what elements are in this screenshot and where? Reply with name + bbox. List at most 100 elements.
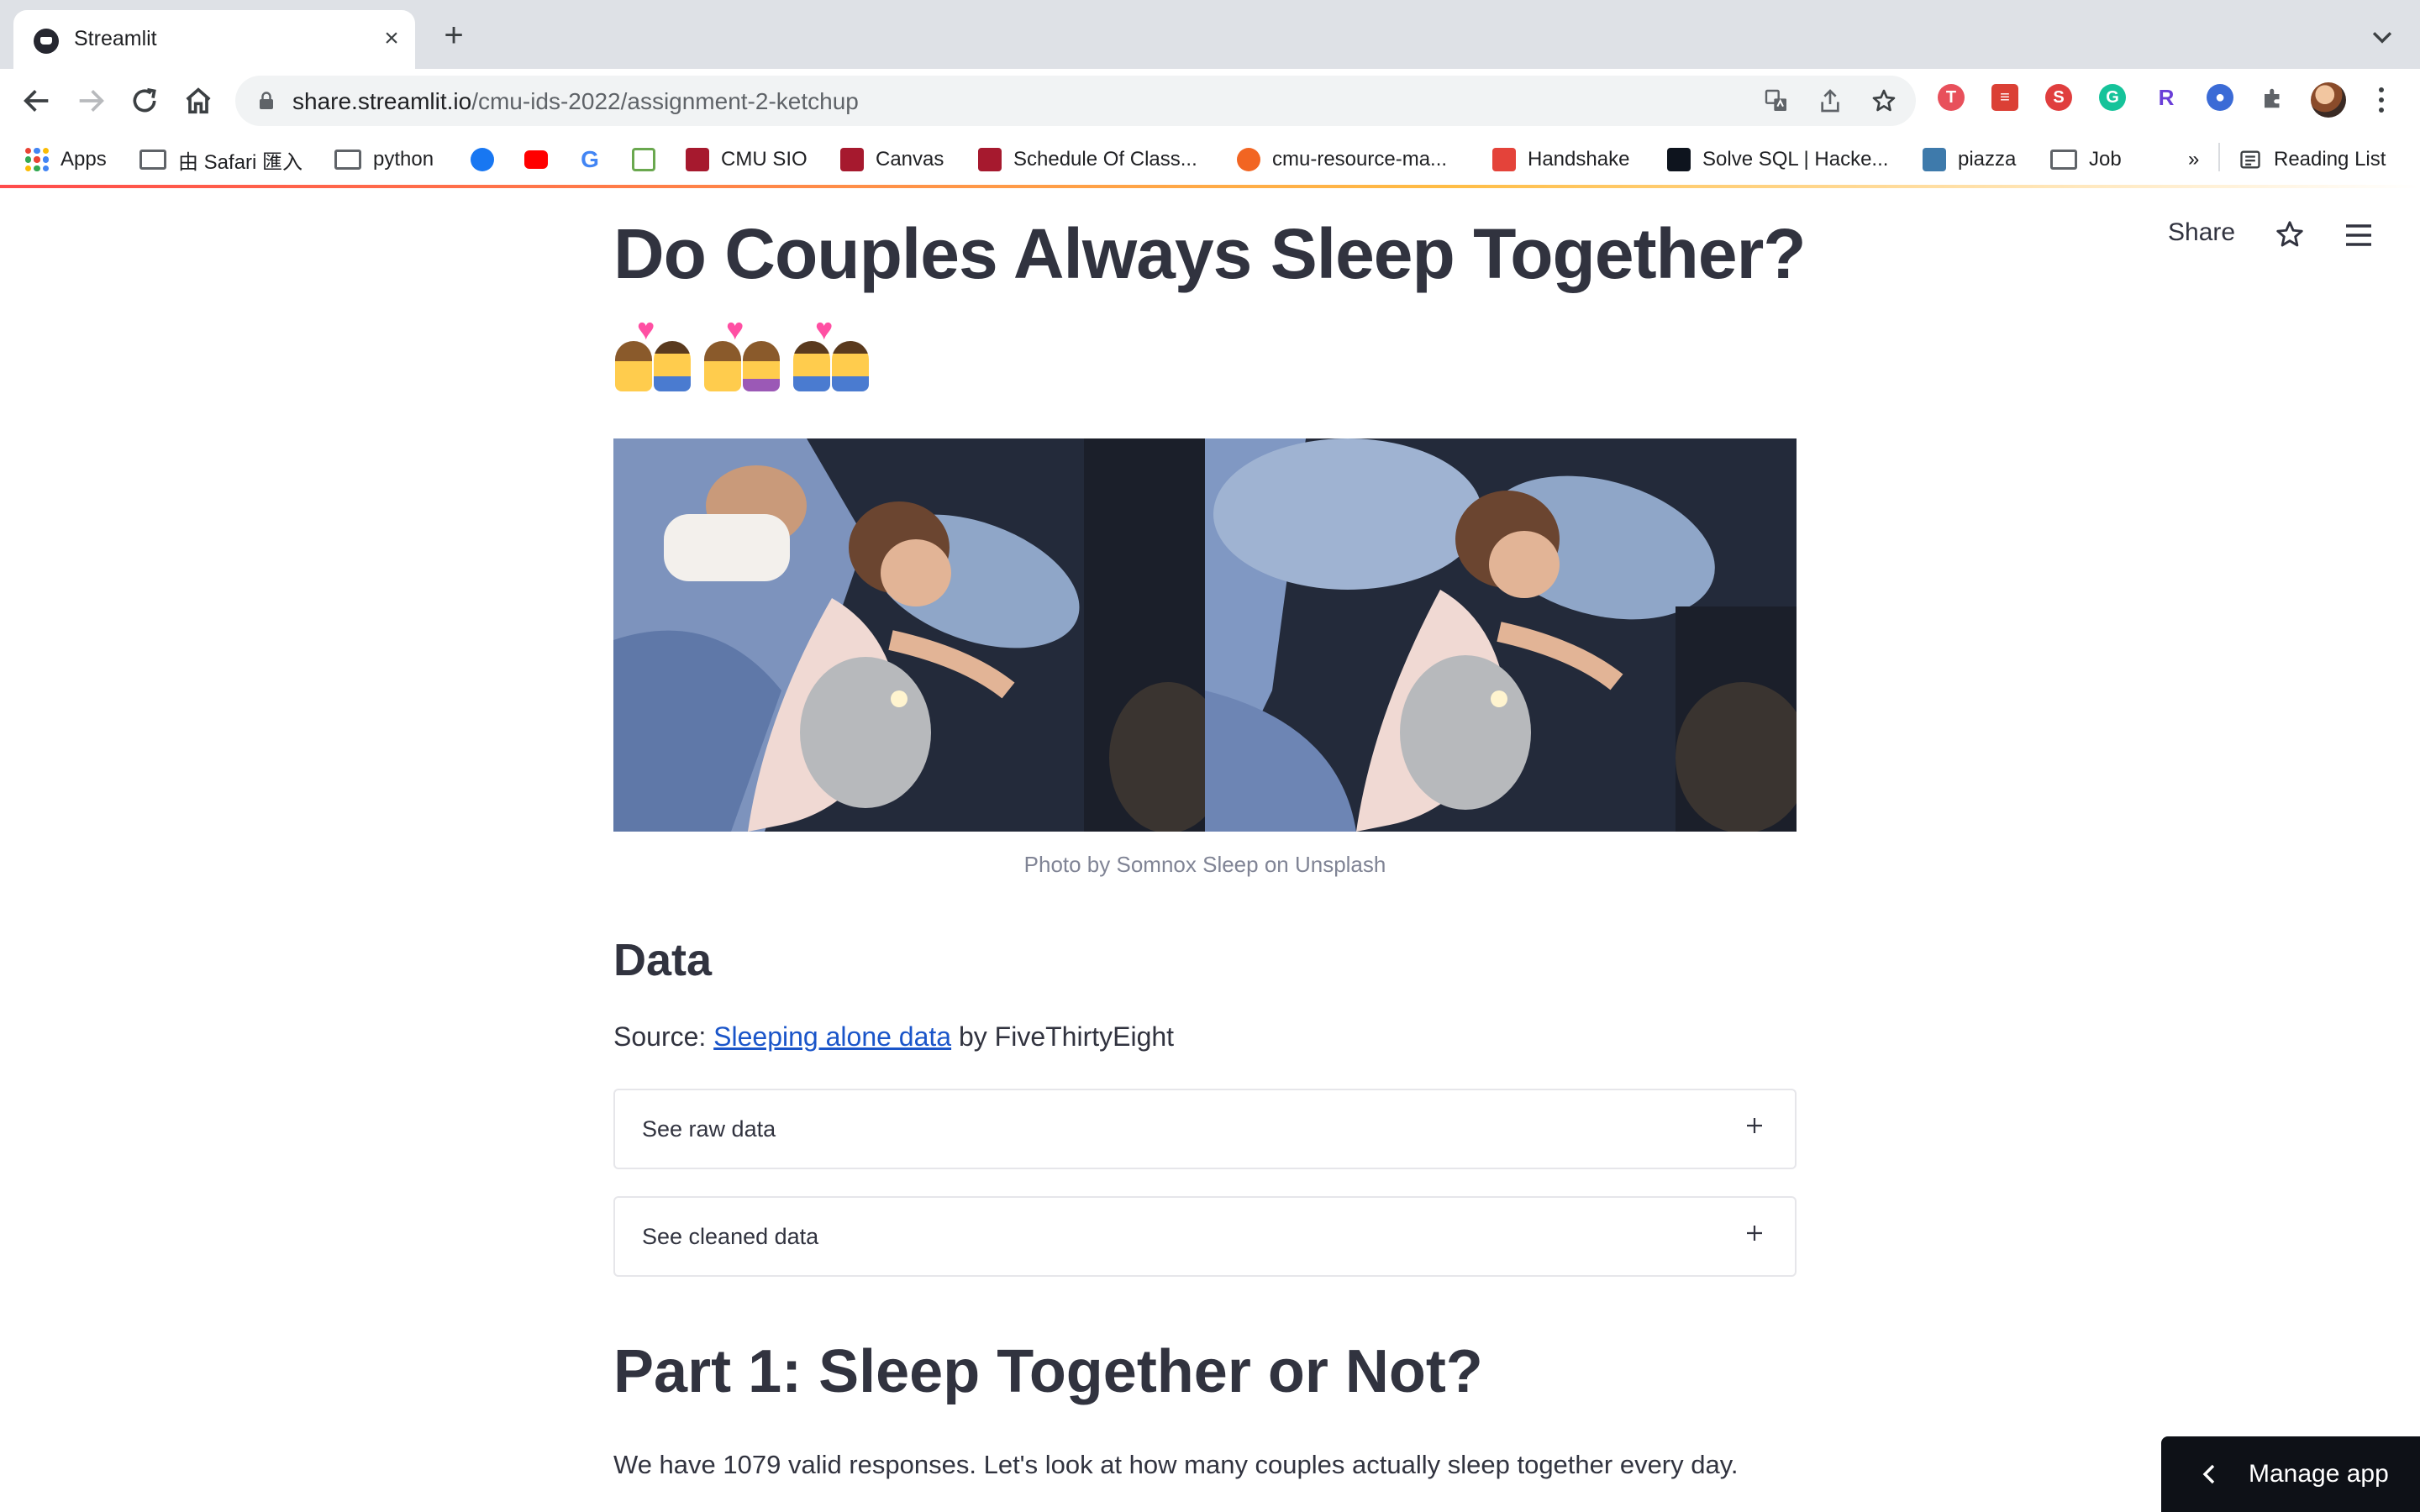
hamburger-menu-icon[interactable] [2344, 223, 2373, 247]
photo-couple-sleeping [613, 438, 1205, 832]
bookmark-green[interactable] [632, 144, 655, 175]
tab-search-chevron-icon[interactable] [2368, 24, 2396, 52]
bookmark-canvas[interactable]: Canvas [840, 144, 944, 175]
reading-list-icon [2240, 150, 2260, 169]
address-bar[interactable]: share.streamlit.io/cmu-ids-2022/assignme… [235, 76, 1916, 126]
close-tab-icon[interactable]: × [376, 24, 407, 54]
forward-icon[interactable] [74, 84, 108, 118]
star-icon[interactable] [2274, 218, 2306, 250]
cmu-icon [978, 148, 1002, 171]
bookmark-label: cmu-resource-ma... [1272, 148, 1448, 171]
bookmark-job[interactable]: Job [2050, 144, 2122, 175]
part1-text: We have 1079 valid responses. Let's look… [613, 1450, 1739, 1479]
url-text[interactable]: share.streamlit.io/cmu-ids-2022/assignme… [292, 88, 859, 115]
part1-heading: Part 1: Sleep Together or Not? [613, 1338, 1483, 1405]
extension-r-icon[interactable]: R [2153, 84, 2180, 111]
bookmark-label: piazza [1958, 148, 2017, 171]
bookmarks-bar: Apps 由 Safari 匯入 python G CMU SIO Canvas… [0, 133, 2420, 185]
bookmarks-overflow-button[interactable]: » [2188, 144, 2199, 175]
expander-label: See raw data [642, 1116, 776, 1142]
back-icon[interactable] [20, 84, 54, 118]
piazza-icon [1923, 148, 1946, 171]
photo-caption: Photo by Somnox Sleep on Unsplash [1023, 852, 1386, 877]
cmu-icon [840, 148, 864, 171]
home-icon[interactable] [182, 84, 215, 118]
translate-icon[interactable] [1763, 87, 1790, 114]
new-tab-button[interactable]: + [437, 18, 471, 52]
youtube-icon [524, 150, 548, 169]
bookmark-piazza[interactable]: piazza [1923, 144, 2016, 175]
browser-tab-strip: Streamlit × + [0, 0, 2420, 69]
manage-app-button[interactable]: Manage app [2161, 1436, 2420, 1512]
hackerrank-icon [1667, 148, 1691, 171]
bookmark-star-icon[interactable] [1870, 87, 1897, 114]
sleeping-alone-data-link[interactable]: Sleeping alone data [713, 1021, 951, 1052]
couple-with-heart-woman-man-icon: ♥ [613, 314, 692, 391]
source-prefix: Source: [613, 1021, 714, 1052]
google-icon: G [581, 146, 599, 172]
data-section-heading: Data [613, 935, 713, 985]
bookmark-label: Schedule Of Class... [1013, 148, 1197, 171]
couple-emojis: ♥ ♥ ♥ [613, 314, 871, 391]
photo-woman-sleeping [1205, 438, 1797, 832]
reading-list-button[interactable]: Reading List [2238, 144, 2386, 175]
folder-icon [334, 150, 361, 170]
share-page-icon[interactable] [1817, 87, 1844, 114]
extension-s-icon[interactable]: S [2045, 84, 2072, 111]
bookmark-python[interactable]: python [334, 144, 434, 175]
reload-icon[interactable] [128, 84, 161, 118]
couple-with-heart-man-man-icon: ♥ [792, 314, 871, 391]
hero-photo [613, 438, 1797, 832]
bookmark-label: CMU SIO [721, 148, 808, 171]
raw-data-expander[interactable]: See raw data [613, 1089, 1797, 1169]
bookmark-facebook[interactable] [471, 144, 494, 175]
profile-avatar[interactable] [2311, 82, 2346, 118]
facebook-icon [471, 148, 494, 171]
bookmark-cmu-sio[interactable]: CMU SIO [686, 144, 808, 175]
bookmark-handshake[interactable]: Handshake [1492, 144, 1629, 175]
reading-list-label: Reading List [2274, 148, 2386, 171]
bookmark-cmu-resource[interactable]: cmu-resource-ma... [1237, 144, 1447, 175]
browser-menu-icon[interactable] [2373, 85, 2390, 115]
page-title: Do Couples Always Sleep Together? [613, 214, 1807, 293]
bookmark-label: Job [2089, 148, 2122, 171]
folder-icon [2050, 150, 2077, 170]
bookmark-label: Handshake [1528, 148, 1630, 171]
bookmark-label: python [373, 148, 434, 171]
expander-label: See cleaned data [642, 1224, 819, 1249]
extensions-puzzle-icon[interactable] [2260, 86, 2286, 111]
chevron-left-icon [2202, 1464, 2215, 1484]
extension-circle-icon[interactable]: ● [2207, 84, 2233, 111]
bookmark-label: Solve SQL | Hacke... [1702, 148, 1889, 171]
couple-with-heart-woman-woman-icon: ♥ [702, 314, 781, 391]
streamlit-app: Share Do Couples Always Sleep Together? … [0, 188, 2420, 1512]
bookmark-safari-import[interactable]: 由 Safari 匯入 [139, 144, 302, 175]
cmu-icon [686, 148, 709, 171]
browser-tab[interactable]: Streamlit × [13, 10, 415, 69]
cmu-resource-icon [1237, 148, 1260, 171]
grammarly-extension-icon[interactable]: G [2099, 84, 2126, 111]
bookmark-label: Canvas [876, 148, 944, 171]
data-source-text: Source: Sleeping alone data by FiveThirt… [613, 1021, 1174, 1053]
bookmark-google[interactable]: G [578, 144, 602, 175]
bookmark-youtube[interactable] [524, 144, 548, 175]
green-bookmark-icon [632, 148, 655, 171]
source-suffix: by FiveThirtyEight [951, 1021, 1175, 1052]
expand-plus-icon[interactable] [1744, 1116, 1765, 1136]
bookmark-apps[interactable]: Apps [25, 144, 107, 175]
apps-grid-icon [25, 148, 49, 171]
share-button[interactable]: Share [2168, 218, 2235, 247]
bookmark-hackerrank[interactable]: Solve SQL | Hacke... [1667, 144, 1888, 175]
folder-icon [139, 150, 166, 170]
bookmark-label: 由 Safari 匯入 [178, 150, 303, 174]
bookmark-label: Apps [60, 148, 107, 171]
cleaned-data-expander[interactable]: See cleaned data [613, 1196, 1797, 1277]
tab-title: Streamlit [74, 27, 157, 50]
expand-plus-icon[interactable] [1744, 1223, 1765, 1243]
todoist-extension-icon[interactable]: ≡ [1991, 84, 2018, 111]
bookmark-schedule-of-classes[interactable]: Schedule Of Class... [978, 144, 1197, 175]
lock-icon[interactable] [259, 92, 274, 110]
streamlit-favicon-icon [34, 29, 59, 54]
extension-t-icon[interactable]: T [1938, 84, 1965, 111]
manage-app-label: Manage app [2249, 1460, 2389, 1488]
